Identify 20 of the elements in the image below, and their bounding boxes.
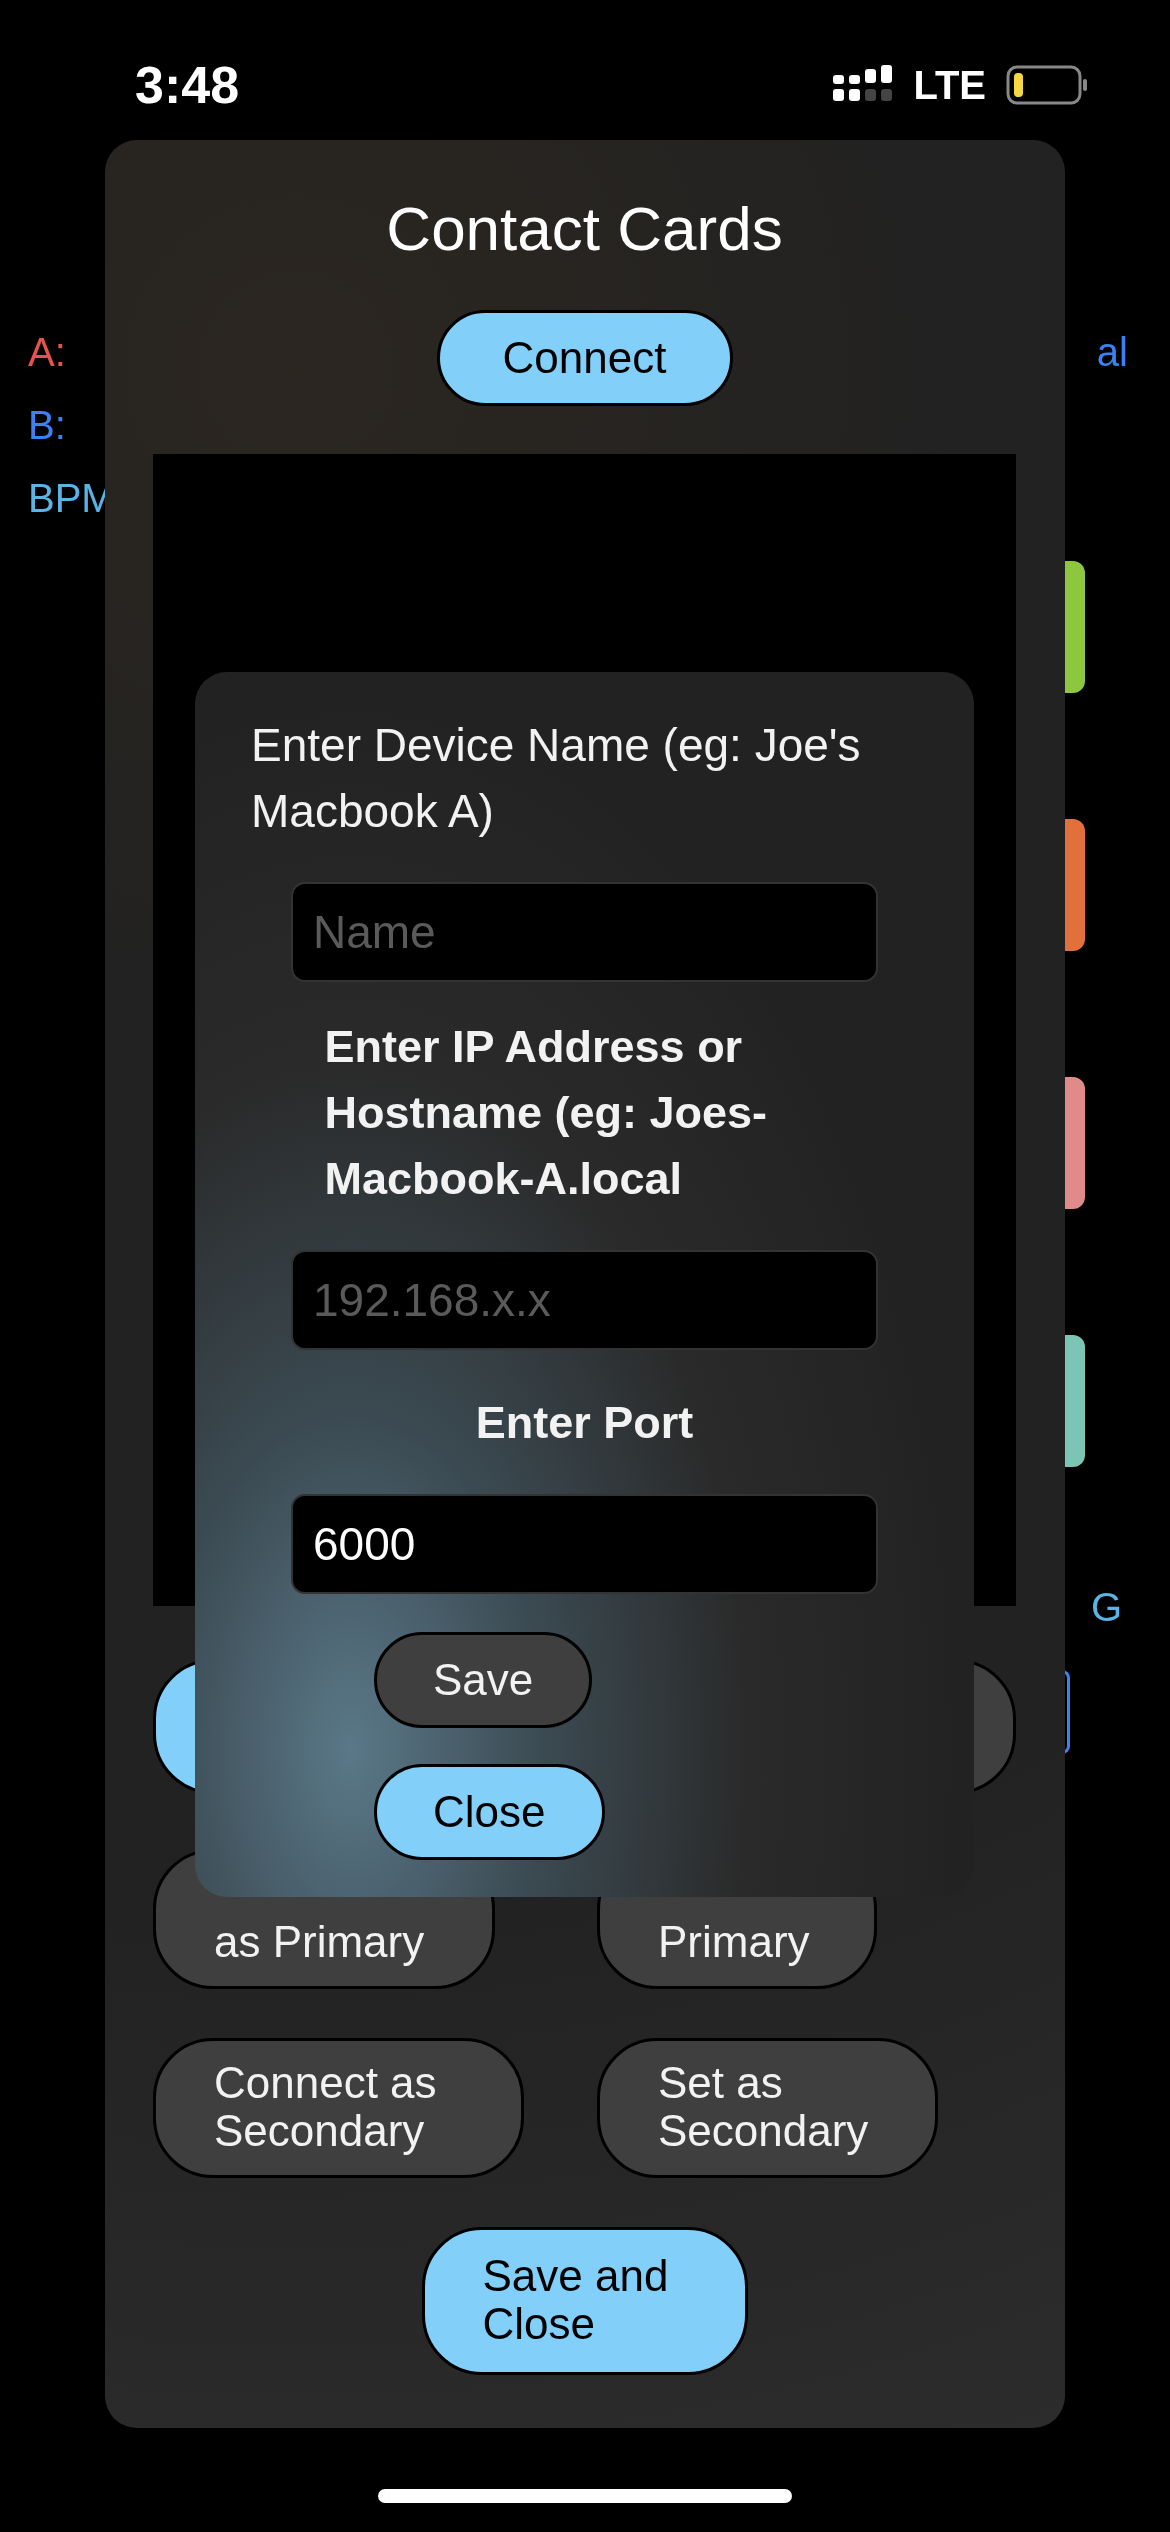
battery-icon	[1006, 65, 1088, 105]
host-field[interactable]: 192.168.x.x	[291, 1250, 878, 1350]
network-label: LTE	[913, 62, 986, 108]
dialog-button[interactable]: Save	[374, 1632, 593, 1728]
port-field[interactable]: 6000	[291, 1494, 878, 1594]
action-button[interactable]: Set as Secondary	[597, 2038, 938, 2178]
background-label: B:	[28, 403, 67, 448]
status-time: 3:48	[135, 55, 241, 115]
background-label: al	[1096, 330, 1128, 375]
action-button[interactable]: Connect as Secondary	[153, 2038, 524, 2178]
background-label: A:	[28, 330, 67, 375]
save-close-button[interactable]: Save and Close	[421, 2227, 748, 2375]
port-label: Enter Port	[474, 1396, 695, 1450]
sheet-title: Contact Cards	[386, 193, 783, 265]
connect-button[interactable]: Connect	[436, 310, 733, 406]
device-name-label: Enter Device Name (eg: Joe's Macbook A)	[251, 718, 862, 839]
host-label: Enter IP Address or Hostname (eg: Joes-Macbook-A.local	[324, 1020, 769, 1206]
name-field[interactable]: Name	[291, 882, 878, 982]
background-label: G	[1090, 1585, 1122, 1630]
dialog-button[interactable]: Close	[374, 1764, 605, 1860]
